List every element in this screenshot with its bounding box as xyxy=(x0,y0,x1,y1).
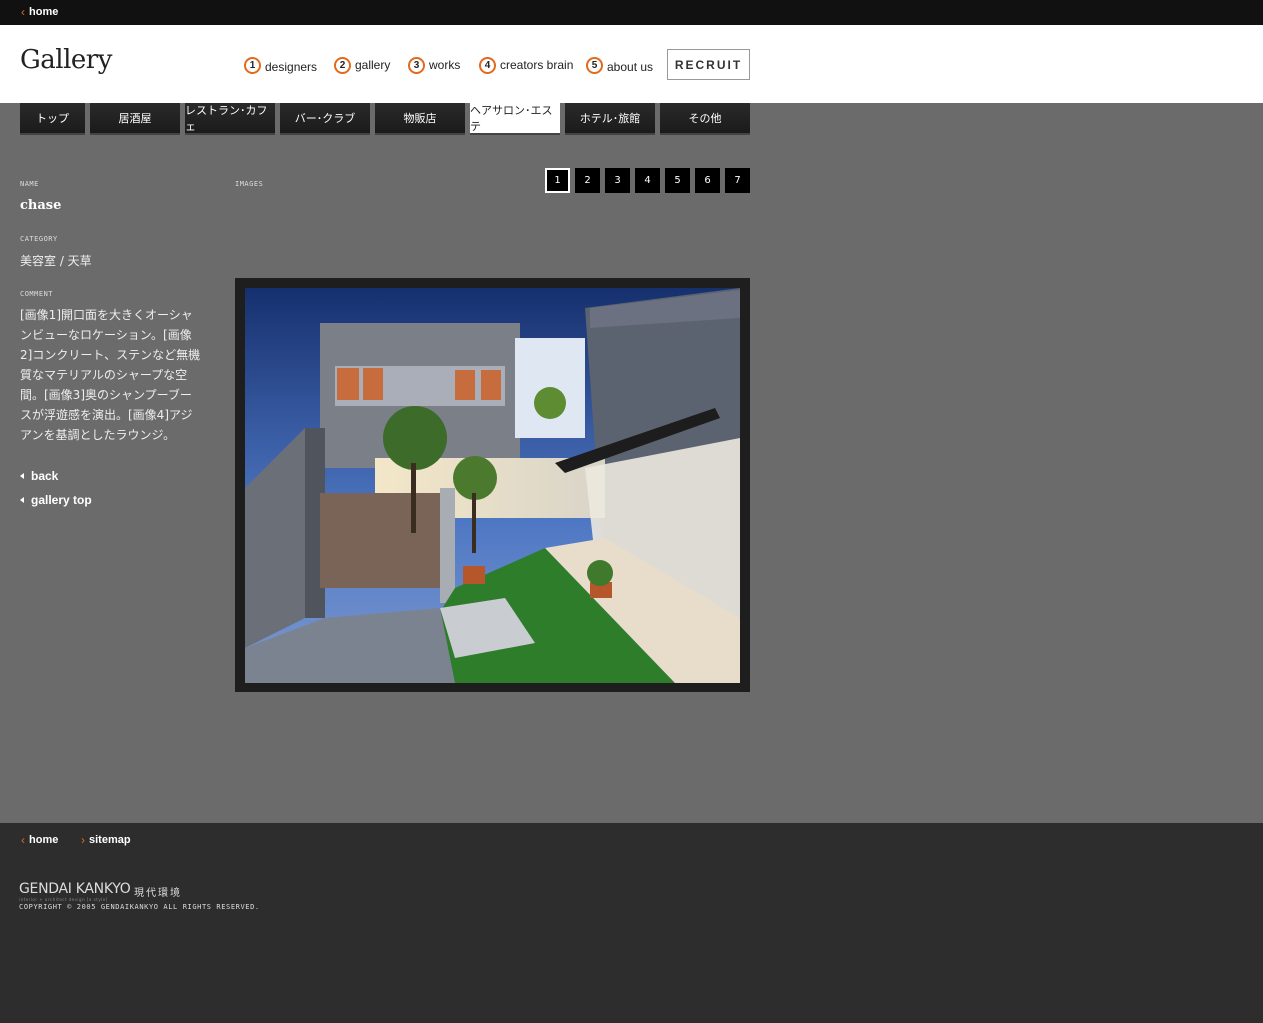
images-label: images xyxy=(235,180,264,188)
recruit-button[interactable]: RECRUIT xyxy=(667,49,750,80)
number-5-icon: 5 xyxy=(586,56,603,74)
page-button-3[interactable]: 3 xyxy=(605,168,630,193)
nav-designers[interactable]: 1 designers xyxy=(244,55,317,75)
project-category: 美容室 / 天草 xyxy=(20,254,92,268)
number-1-icon: 1 xyxy=(244,56,261,74)
gallery-top-link-label: gallery top xyxy=(31,493,92,507)
tab-hotel-ryokan[interactable]: ホテル･旅館 xyxy=(565,103,655,133)
project-comment: [画像1]開口面を大きくオーシャンビューなロケーション。[画像2]コンクリート、… xyxy=(20,308,201,442)
tab-restaurant-cafe[interactable]: レストラン･カフェ xyxy=(185,103,275,133)
copyright: COPYRIGHT © 2005 GENDAIKANKYO ALL RIGHTS… xyxy=(19,903,260,911)
footer: ‹ home › sitemap GENDAI KANKYO 現代環境 inte… xyxy=(0,823,1263,1023)
footer-home-link[interactable]: ‹ home xyxy=(21,833,58,847)
category-label: category xyxy=(20,235,58,243)
gallery-photo xyxy=(245,288,740,683)
nav-label: gallery xyxy=(355,57,391,72)
page-button-5[interactable]: 5 xyxy=(665,168,690,193)
name-label: name xyxy=(20,180,39,188)
triangle-left-icon xyxy=(20,473,24,479)
header: Gallery 1 designers 2 gallery 3 works 4 … xyxy=(0,25,1263,103)
nav-label: creators brain xyxy=(500,58,574,72)
page-title: Gallery xyxy=(20,45,112,75)
back-link[interactable]: back xyxy=(20,469,58,483)
building-photo-illustration xyxy=(245,288,740,683)
chevron-left-icon: ‹ xyxy=(21,5,25,19)
image-frame xyxy=(235,278,750,692)
comment-label: comment xyxy=(20,290,54,298)
tab-top[interactable]: トップ xyxy=(20,103,85,133)
footer-sitemap-label: sitemap xyxy=(89,834,131,846)
chevron-right-icon: › xyxy=(81,833,85,847)
tab-bar-club[interactable]: バー･クラブ xyxy=(280,103,370,133)
nav-works[interactable]: 3 works xyxy=(408,55,460,75)
brand-logo: GENDAI KANKYO xyxy=(19,881,131,897)
home-link-label: home xyxy=(29,6,59,18)
chevron-left-icon: ‹ xyxy=(21,833,25,847)
page-button-1[interactable]: 1 xyxy=(545,168,570,193)
nav-label: works xyxy=(429,58,461,72)
tab-izakaya[interactable]: 居酒屋 xyxy=(90,103,180,133)
gallery-top-link[interactable]: gallery top xyxy=(20,493,92,507)
footer-home-label: home xyxy=(29,834,59,846)
back-link-label: back xyxy=(31,469,59,483)
nav-gallery[interactable]: 2 gallery xyxy=(334,55,390,75)
page-button-4[interactable]: 4 xyxy=(635,168,660,193)
tab-hair-salon-esthe[interactable]: ヘアサロン･エステ xyxy=(470,103,560,133)
nav-creators-brain[interactable]: 4 creators brain xyxy=(479,55,573,75)
page-button-6[interactable]: 6 xyxy=(695,168,720,193)
number-4-icon: 4 xyxy=(479,56,496,74)
brand-logo-jp: 現代環境 xyxy=(134,888,182,899)
project-name: chase xyxy=(20,198,62,213)
triangle-left-icon xyxy=(20,497,24,503)
page-button-7[interactable]: 7 xyxy=(725,168,750,193)
number-3-icon: 3 xyxy=(408,56,425,74)
number-2-icon: 2 xyxy=(334,56,351,74)
top-bar: ‹ home xyxy=(0,0,1263,25)
tab-other[interactable]: その他 xyxy=(660,103,750,133)
nav-label: designers xyxy=(265,60,318,74)
page-button-2[interactable]: 2 xyxy=(575,168,600,193)
footer-sitemap-link[interactable]: › sitemap xyxy=(81,833,131,847)
brand-tagline: interior + architect design [a style] xyxy=(19,897,108,902)
home-link[interactable]: ‹ home xyxy=(21,5,58,19)
nav-about-us[interactable]: 5 about us xyxy=(586,55,653,75)
tab-retail[interactable]: 物販店 xyxy=(375,103,465,133)
nav-label: about us xyxy=(607,59,654,74)
